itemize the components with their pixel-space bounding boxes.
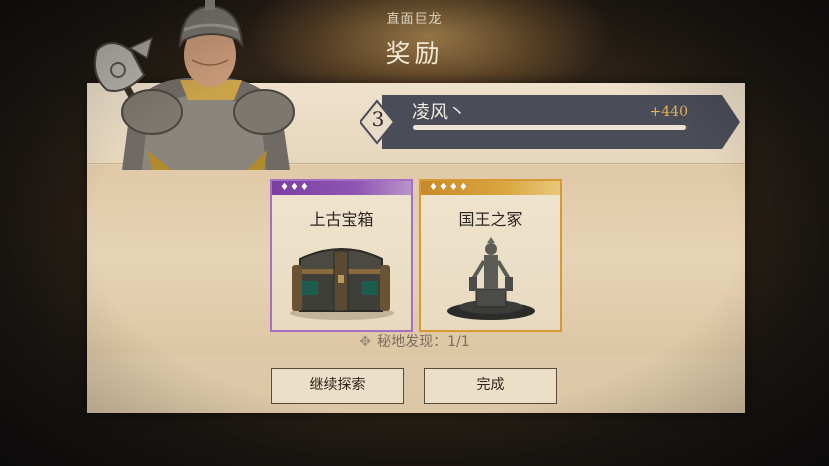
rarity-diamonds: ♦♦♦ [280,182,310,193]
reward-card-ancient-chest[interactable]: ♦♦♦ 上古宝箱 [270,179,413,332]
character-portrait [94,0,295,170]
reward-cards-area [87,165,745,355]
rarity-band: ♦♦♦ [272,181,411,195]
done-button[interactable]: 完成 [424,368,557,404]
exp-progress-bar [413,125,689,130]
continue-explore-button[interactable]: 继续探索 [271,368,404,404]
rarity-band: ♦♦♦♦ [421,181,560,195]
reward-name: 上古宝箱 [309,210,374,229]
player-name: 凌风丶 [412,102,466,123]
discovery-status: ✥ 秘地发现：1/1 [0,331,829,351]
rarity-diamonds: ♦♦♦♦ [429,182,469,193]
exp-progress-fill [413,125,687,130]
discovery-icon: ✥ [359,334,372,350]
reward-card-kings-tomb[interactable]: ♦♦♦♦ 国王之冢 [419,179,562,332]
exp-gain: +440 [649,104,688,120]
king-statue-icon [447,237,535,320]
treasure-chest-icon [290,248,394,320]
reward-name: 国王之冢 [458,210,523,229]
discovery-text: 秘地发现：1/1 [377,334,470,350]
player-level: 3 [371,107,385,131]
